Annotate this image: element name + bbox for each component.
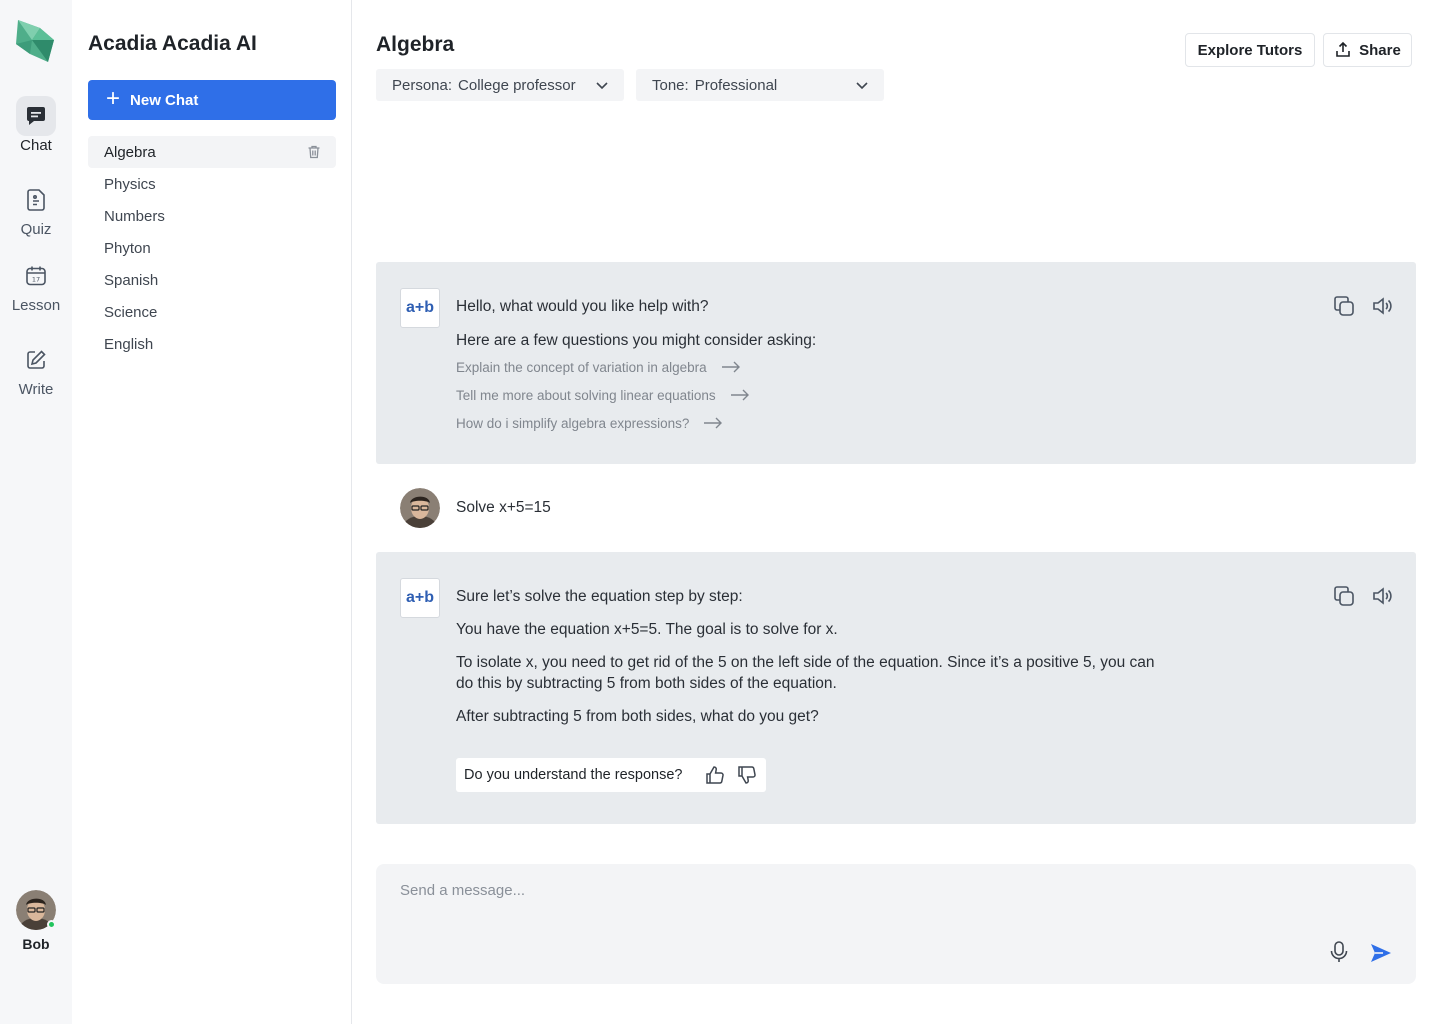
acadia-logo[interactable] bbox=[14, 18, 56, 64]
edit-icon bbox=[16, 340, 56, 380]
app-title: Acadia Acadia AI bbox=[88, 32, 257, 55]
rail-label-lesson: Lesson bbox=[11, 297, 61, 314]
rail-label-write: Write bbox=[18, 381, 54, 398]
bot-message: a+b Hello, what would you like help with… bbox=[376, 262, 1416, 464]
copy-icon[interactable] bbox=[1332, 294, 1356, 318]
speaker-icon[interactable] bbox=[1370, 294, 1394, 318]
chat-item-science[interactable]: Science bbox=[88, 296, 336, 328]
user-avatar bbox=[400, 488, 440, 528]
send-icon[interactable] bbox=[1369, 942, 1393, 964]
chat-item-algebra[interactable]: Algebra bbox=[88, 136, 336, 168]
share-label: Share bbox=[1359, 41, 1401, 59]
suggestion-label: How do i simplify algebra expressions? bbox=[456, 415, 690, 431]
chat-item-label: Science bbox=[104, 303, 158, 321]
chat-item-label: Phyton bbox=[104, 239, 151, 257]
user-profile[interactable]: Bob bbox=[0, 890, 72, 952]
suggestion-item[interactable]: Explain the concept of variation in alge… bbox=[456, 353, 1156, 381]
message-composer bbox=[376, 864, 1416, 984]
new-chat-label: New Chat bbox=[130, 91, 199, 109]
bot-message-text: Hello, what would you like help with? He… bbox=[456, 296, 1156, 437]
arrow-right-icon bbox=[730, 389, 749, 401]
tutor-avatar: a+b bbox=[400, 288, 440, 328]
thumbs-up-icon[interactable] bbox=[704, 764, 726, 786]
feedback-question: Do you understand the response? bbox=[464, 767, 683, 783]
chat-item-label: Numbers bbox=[104, 207, 165, 225]
chat-item-label: Physics bbox=[104, 175, 156, 193]
chat-item-numbers[interactable]: Numbers bbox=[88, 200, 336, 232]
explore-tutors-button[interactable]: Explore Tutors bbox=[1185, 33, 1315, 67]
plus-icon: + bbox=[106, 85, 121, 112]
suggestion-list: Explain the concept of variation in alge… bbox=[456, 353, 1156, 437]
chat-item-phyton[interactable]: Phyton bbox=[88, 232, 336, 264]
trash-icon[interactable] bbox=[306, 144, 322, 160]
avatar[interactable] bbox=[16, 890, 56, 938]
bot-message: a+b Sure let’s solve the equation step b… bbox=[376, 552, 1416, 824]
reply-paragraph: Sure let’s solve the equation step by st… bbox=[456, 588, 743, 605]
reply-paragraph: You have the equation x+5=5. The goal is… bbox=[456, 621, 838, 638]
rail-item-write[interactable]: Write bbox=[0, 340, 72, 398]
chat-item-english[interactable]: English bbox=[88, 328, 336, 360]
tone-select[interactable]: Tone: Professional bbox=[636, 69, 884, 101]
chat-item-physics[interactable]: Physics bbox=[88, 168, 336, 200]
bot-reply-text: Sure let’s solve the equation step by st… bbox=[456, 586, 1156, 739]
tutor-avatar: a+b bbox=[400, 578, 440, 618]
chat-item-label: Algebra bbox=[104, 143, 156, 161]
rail-label-quiz: Quiz bbox=[20, 221, 52, 238]
rail-item-chat[interactable]: Chat bbox=[0, 96, 72, 154]
reply-paragraph: After subtracting 5 from both sides, wha… bbox=[456, 708, 819, 725]
persona-value: College professor bbox=[458, 76, 576, 94]
svg-text:17: 17 bbox=[32, 276, 40, 284]
user-message: Solve x+5=15 bbox=[376, 488, 1416, 528]
arrow-right-icon bbox=[721, 361, 740, 373]
suggestion-label: Explain the concept of variation in alge… bbox=[456, 359, 707, 375]
reply-paragraph: To isolate x, you need to get rid of the… bbox=[456, 654, 1155, 692]
feedback-bar: Do you understand the response? bbox=[456, 758, 767, 792]
user-message-text: Solve x+5=15 bbox=[456, 499, 551, 516]
chat-item-spanish[interactable]: Spanish bbox=[88, 264, 336, 296]
greeting-text: Hello, what would you like help with? bbox=[456, 298, 709, 315]
calendar-icon: 17 bbox=[16, 256, 56, 296]
persona-label: Persona: bbox=[392, 76, 453, 94]
chat-bubble-icon bbox=[16, 96, 56, 136]
user-name: Bob bbox=[22, 936, 50, 952]
suggestion-label: Tell me more about solving linear equati… bbox=[456, 387, 716, 403]
message-tools bbox=[1332, 294, 1394, 318]
message-input[interactable] bbox=[400, 879, 1280, 901]
tone-label: Tone: bbox=[652, 76, 689, 94]
chat-main: Algebra Explore Tutors Share Persona: Co… bbox=[352, 0, 1440, 1024]
message-tools bbox=[1332, 584, 1394, 608]
arrow-right-icon bbox=[704, 417, 723, 429]
chat-sidebar: Acadia Acadia AI + New Chat Algebra Phys… bbox=[72, 0, 352, 1024]
chat-item-label: Spanish bbox=[104, 271, 159, 289]
new-chat-button[interactable]: + New Chat bbox=[88, 80, 336, 120]
suggestion-intro: Here are a few questions you might consi… bbox=[456, 332, 817, 349]
chat-history-list: Algebra Physics Numbers Phyton Spanish S… bbox=[88, 136, 336, 360]
chat-item-label: English bbox=[104, 335, 154, 353]
rail-item-lesson[interactable]: 17 Lesson bbox=[0, 256, 72, 314]
share-icon bbox=[1336, 41, 1350, 57]
speaker-icon[interactable] bbox=[1370, 584, 1394, 608]
page-title: Algebra bbox=[376, 33, 455, 56]
icon-rail: Chat Quiz 17 Lesson Write Bob bbox=[0, 0, 72, 1024]
suggestion-item[interactable]: How do i simplify algebra expressions? bbox=[456, 409, 1156, 437]
microphone-icon[interactable] bbox=[1328, 940, 1350, 964]
copy-icon[interactable] bbox=[1332, 584, 1356, 608]
share-button[interactable]: Share bbox=[1323, 33, 1412, 67]
chevron-down-icon bbox=[596, 82, 608, 90]
rail-item-quiz[interactable]: Quiz bbox=[0, 180, 72, 238]
quiz-document-icon bbox=[16, 180, 56, 220]
suggestion-item[interactable]: Tell me more about solving linear equati… bbox=[456, 381, 1156, 409]
rail-label-chat: Chat bbox=[20, 137, 52, 154]
persona-select[interactable]: Persona: College professor bbox=[376, 69, 624, 101]
tone-value: Professional bbox=[694, 76, 778, 94]
explore-tutors-label: Explore Tutors bbox=[1197, 41, 1303, 59]
thumbs-down-icon[interactable] bbox=[736, 764, 758, 786]
online-status-dot bbox=[47, 920, 56, 929]
chevron-down-icon bbox=[856, 82, 868, 90]
